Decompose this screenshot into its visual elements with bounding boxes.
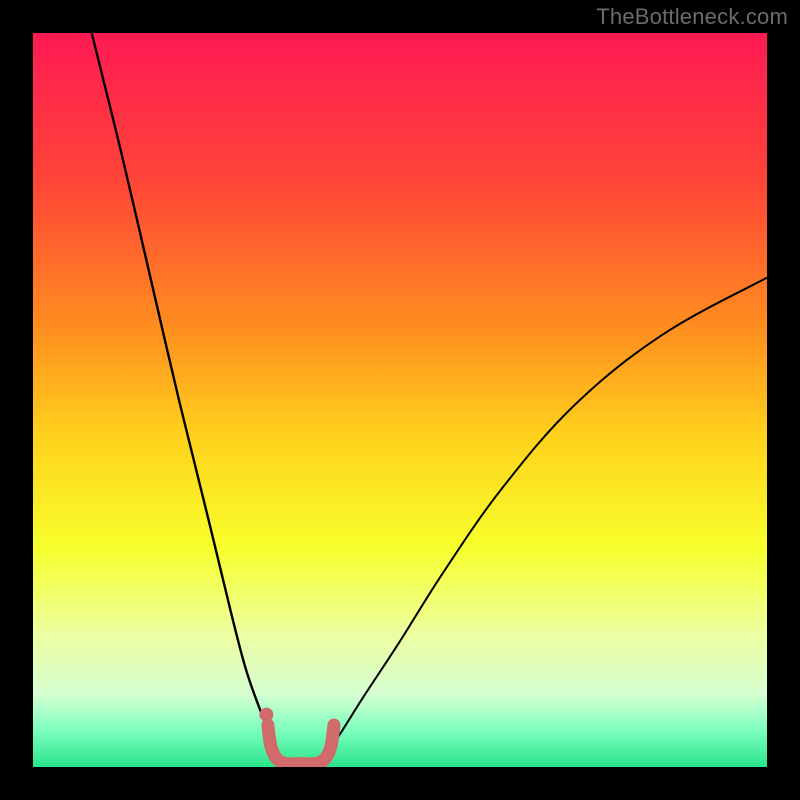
plot-background xyxy=(33,33,767,767)
chart-svg xyxy=(0,0,800,800)
valley-dot xyxy=(259,708,273,722)
watermark-label: TheBottleneck.com xyxy=(596,4,788,30)
chart-frame: TheBottleneck.com xyxy=(0,0,800,800)
